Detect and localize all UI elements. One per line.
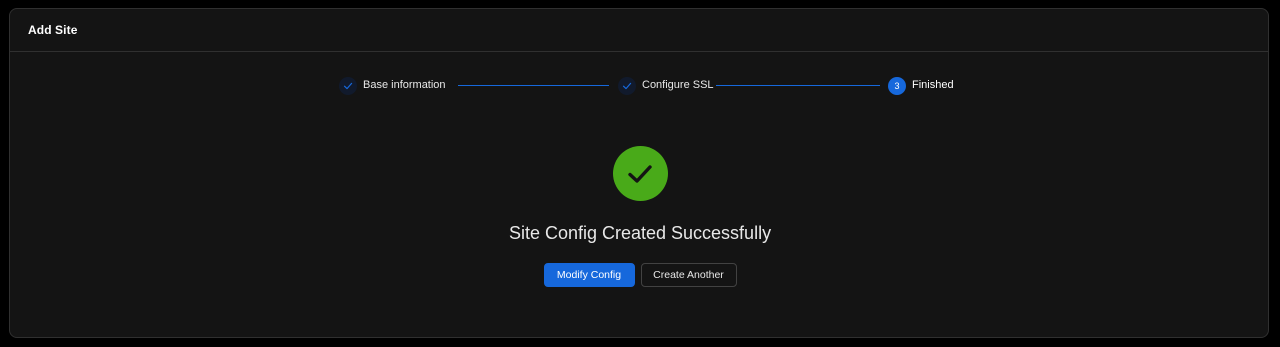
success-check-icon: [612, 146, 668, 201]
result-title: Site Config Created Successfully: [508, 223, 772, 243]
add-site-card: Add Site Base information Configure SSL …: [9, 8, 1269, 338]
card-title: Add Site: [28, 23, 78, 37]
step-3-number: 3: [888, 77, 906, 95]
step-3-label: Finished: [912, 79, 954, 91]
step-1-check-icon: [339, 77, 357, 95]
result-actions: Modify Config Create Another: [543, 263, 737, 287]
step-1-label: Base information: [363, 79, 446, 91]
create-another-button[interactable]: Create Another: [640, 263, 737, 287]
step-2-check-icon: [618, 77, 636, 95]
modify-config-button[interactable]: Modify Config: [543, 263, 635, 287]
step-2-label: Configure SSL: [642, 79, 714, 91]
card-header: Add Site: [10, 9, 1268, 52]
result-panel: Site Config Created Successfully Modify …: [10, 146, 1268, 287]
step-1-connector: [458, 85, 609, 86]
step-2-connector: [716, 85, 880, 86]
steps-progress: Base information Configure SSL 3 Finishe…: [339, 77, 954, 95]
